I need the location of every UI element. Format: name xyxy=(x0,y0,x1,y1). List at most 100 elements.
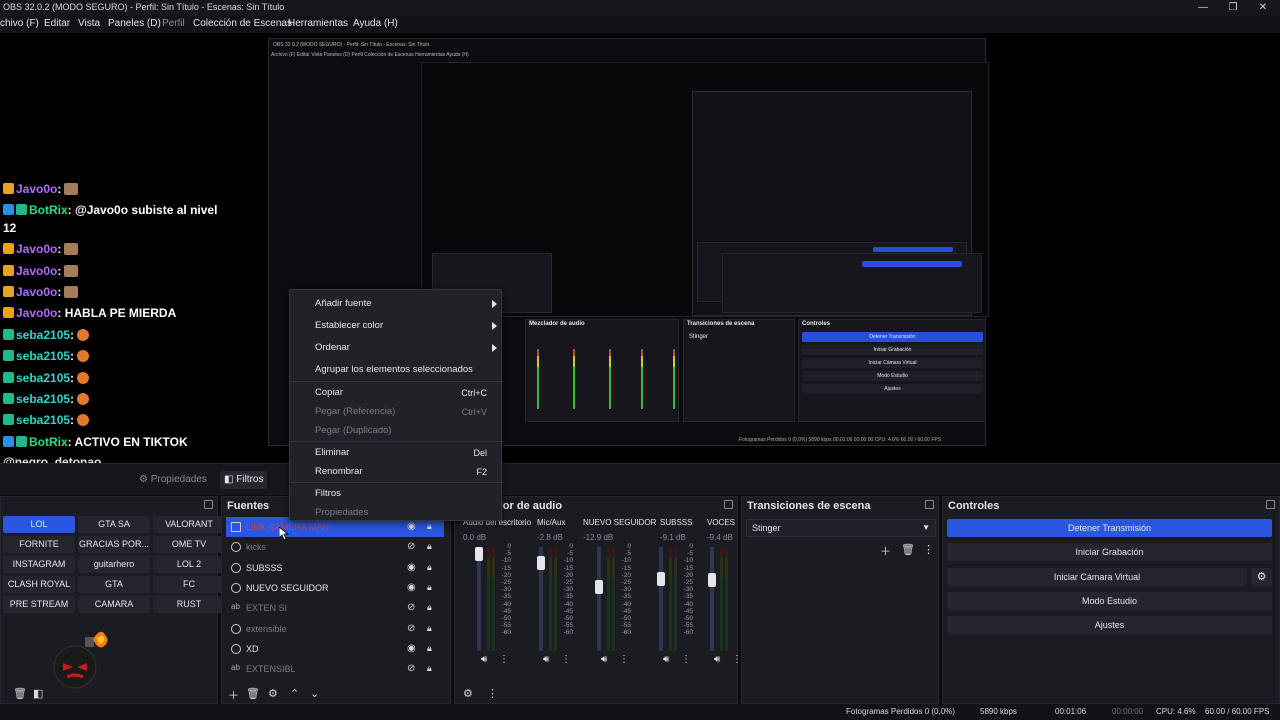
visibility-eye-icon[interactable]: ◉ xyxy=(407,582,418,593)
lock-icon[interactable]: 🔒︎ xyxy=(427,541,436,552)
volume-slider-handle[interactable] xyxy=(708,573,716,588)
mixer-dock-float-icon[interactable] xyxy=(724,500,733,509)
scenes-dock-float-icon[interactable] xyxy=(204,500,213,509)
scene-button[interactable]: FC xyxy=(153,576,225,593)
lock-icon[interactable]: 🔒︎ xyxy=(427,663,436,674)
menu-item-order[interactable]: Ordenar xyxy=(290,339,503,357)
menu-vista[interactable]: Vista xyxy=(78,18,100,29)
menu-item-paste-dup[interactable]: Pegar (Duplicado) xyxy=(290,422,503,440)
menu-item-filters[interactable]: Filtros xyxy=(290,485,503,503)
mixer-settings-icon[interactable]: ⚙ xyxy=(463,687,473,700)
menu-coleccion-escenas[interactable]: Colección de Escenas xyxy=(193,18,292,29)
menu-item-copy[interactable]: Copiar Ctrl+C xyxy=(290,384,503,402)
add-transition-icon[interactable]: ＋ xyxy=(880,543,891,559)
menu-item-delete[interactable]: Eliminar Del xyxy=(290,444,503,462)
transition-select[interactable]: Stinger ▼ xyxy=(746,519,936,537)
volume-slider-handle[interactable] xyxy=(657,572,665,587)
lock-icon[interactable]: 🔒︎ xyxy=(427,562,436,573)
menu-item-properties[interactable]: Propiedades xyxy=(290,504,503,522)
remove-source-icon[interactable]: 🗑 xyxy=(246,687,260,700)
scene-button[interactable]: PRE STREAM xyxy=(3,596,75,613)
visibility-eye-icon[interactable]: ⊘ xyxy=(407,541,418,552)
speaker-icon[interactable]: 🔊︎ xyxy=(663,654,669,665)
channel-menu-icon[interactable]: ⋮ xyxy=(499,654,509,665)
remove-transition-icon[interactable]: 🗑 xyxy=(901,543,915,556)
move-down-icon[interactable]: ⌄ xyxy=(310,687,319,700)
start-virtual-camera-button[interactable]: Iniciar Cámara Virtual xyxy=(947,568,1247,586)
scene-button[interactable]: GTA SA xyxy=(78,516,150,533)
visibility-eye-icon[interactable]: ◉ xyxy=(407,562,418,573)
scene-button[interactable]: RUST xyxy=(153,596,225,613)
channel-menu-icon[interactable]: ⋮ xyxy=(561,654,571,665)
speaker-icon[interactable]: 🔊︎ xyxy=(543,654,549,665)
menu-archivo[interactable]: chivo (F) xyxy=(0,18,39,29)
scene-button[interactable]: CAMARA xyxy=(78,596,150,613)
lock-icon[interactable]: 🔒︎ xyxy=(427,521,436,532)
menu-item-rename[interactable]: Renombrar F2 xyxy=(290,463,503,481)
volume-slider[interactable] xyxy=(710,547,714,651)
source-item[interactable]: ab EXTEN SI ⊘ 🔒︎ xyxy=(226,598,444,618)
lock-icon[interactable]: 🔒︎ xyxy=(427,602,436,613)
scene-button[interactable]: CLASH ROYAL xyxy=(3,576,75,593)
add-source-icon[interactable]: ＋ xyxy=(228,687,239,703)
scene-button[interactable]: GRACIAS POR... xyxy=(78,536,150,553)
lock-icon[interactable]: 🔒︎ xyxy=(427,582,436,593)
source-item[interactable]: NUEVO SEGUIDOR ◉ 🔒︎ xyxy=(226,578,444,598)
visibility-eye-icon[interactable]: ⊘ xyxy=(407,663,418,674)
mixer-menu-icon[interactable]: ⋮ xyxy=(487,687,498,700)
source-item[interactable]: kicks ⊘ 🔒︎ xyxy=(226,537,444,557)
menu-editar[interactable]: Editar xyxy=(44,18,70,29)
channel-menu-icon[interactable]: ⋮ xyxy=(681,654,691,665)
source-properties-icon[interactable]: ⚙ xyxy=(268,687,278,700)
source-item[interactable]: extensible ⊘ 🔒︎ xyxy=(226,619,444,639)
menu-item-set-color[interactable]: Establecer color xyxy=(290,317,503,335)
settings-button[interactable]: Ajustes xyxy=(947,616,1272,634)
tab-propiedades[interactable]: ⚙ Propiedades xyxy=(135,471,211,489)
menu-ayuda[interactable]: Ayuda (H) xyxy=(353,18,398,29)
scene-button[interactable]: INSTAGRAM xyxy=(3,556,75,573)
scene-button[interactable]: LOL xyxy=(3,516,75,533)
source-item[interactable]: SUBSSS ◉ 🔒︎ xyxy=(226,558,444,578)
visibility-eye-icon[interactable]: ⊘ xyxy=(407,623,418,634)
scene-button[interactable]: VALORANT xyxy=(153,516,225,533)
transition-menu-icon[interactable]: ⋮ xyxy=(923,543,934,556)
menu-herramientas[interactable]: Herramientas xyxy=(288,18,348,29)
scene-button[interactable]: guitarhero xyxy=(78,556,150,573)
scene-button[interactable]: LOL 2 xyxy=(153,556,225,573)
menu-paneles[interactable]: Paneles (D) xyxy=(108,18,161,29)
volume-slider-handle[interactable] xyxy=(475,547,483,561)
visibility-eye-icon[interactable]: ◉ xyxy=(407,521,418,532)
tab-filtros[interactable]: ◧ Filtros xyxy=(220,471,268,489)
menu-perfil[interactable]: Perfil xyxy=(162,18,185,29)
visibility-eye-icon[interactable]: ⊘ xyxy=(407,602,418,613)
virtual-camera-settings-icon[interactable]: ⚙ xyxy=(1251,568,1272,586)
scene-button[interactable]: OME TV xyxy=(153,536,225,553)
menu-item-paste-ref[interactable]: Pegar (Referencia) Ctrl+V xyxy=(290,403,503,421)
volume-slider[interactable] xyxy=(659,547,663,651)
controls-dock-float-icon[interactable] xyxy=(1266,500,1275,509)
speaker-icon[interactable]: 🔊︎ xyxy=(601,654,607,665)
close-button[interactable]: ✕ xyxy=(1248,1,1278,15)
lock-icon[interactable]: 🔒︎ xyxy=(427,643,436,654)
speaker-icon[interactable]: 🔊︎ xyxy=(481,654,487,665)
move-up-icon[interactable]: ⌃ xyxy=(290,687,299,700)
volume-slider[interactable] xyxy=(597,547,601,651)
menu-item-group[interactable]: Agrupar los elementos seleccionados xyxy=(290,361,503,379)
remove-scene-icon[interactable]: 🗑 xyxy=(13,687,27,700)
source-item[interactable]: XD ◉ 🔒︎ xyxy=(226,639,444,659)
stop-stream-button[interactable]: Detener Transmisión xyxy=(947,519,1272,537)
speaker-icon[interactable]: 🔊︎ xyxy=(714,654,720,665)
scene-button[interactable]: FORNITE xyxy=(3,536,75,553)
scene-filter-icon[interactable]: ◧ xyxy=(33,687,43,700)
volume-slider-handle[interactable] xyxy=(537,556,545,571)
menu-item-add-source[interactable]: Añadir fuente xyxy=(290,295,503,313)
transitions-dock-float-icon[interactable] xyxy=(925,500,934,509)
studio-mode-button[interactable]: Modo Estudio xyxy=(947,592,1272,610)
source-item[interactable]: ab EXTENSIBL ⊘ 🔒︎ xyxy=(226,659,444,679)
scene-button[interactable]: GTA xyxy=(78,576,150,593)
channel-menu-icon[interactable]: ⋮ xyxy=(619,654,629,665)
minimize-button[interactable]: — xyxy=(1188,1,1218,15)
visibility-eye-icon[interactable]: ◉ xyxy=(407,643,418,654)
volume-slider-handle[interactable] xyxy=(595,579,603,594)
maximize-button[interactable]: ❐ xyxy=(1218,1,1248,15)
